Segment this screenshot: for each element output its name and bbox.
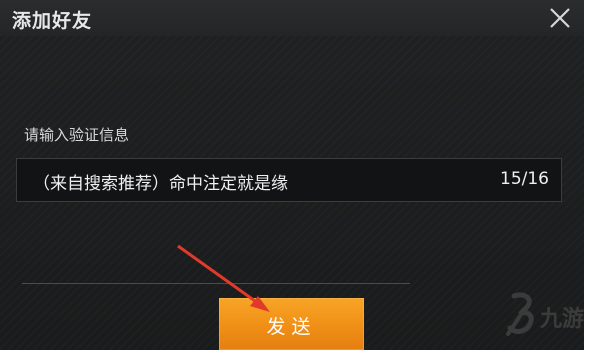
watermark-logo-icon: 九游 <box>506 292 584 336</box>
svg-text:九游: 九游 <box>539 306 584 332</box>
